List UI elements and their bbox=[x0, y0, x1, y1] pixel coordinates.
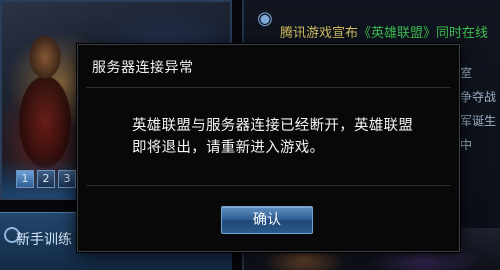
confirm-button[interactable]: 确认 bbox=[221, 206, 313, 234]
dialog-message: 英雄联盟与服务器连接已经断开，英雄联盟即将退出，请重新进入游戏。 bbox=[132, 118, 414, 156]
news-headline[interactable]: 腾讯游戏宣布《英雄联盟》同时在线 bbox=[280, 22, 500, 41]
dialog-divider bbox=[86, 185, 451, 186]
news-item[interactable]: 争夺战 bbox=[460, 86, 496, 110]
news-list: 室 争夺战 军诞生 中 bbox=[460, 62, 496, 158]
dialog-divider bbox=[86, 87, 451, 88]
dialog-title: 服务器连接异常 bbox=[92, 60, 194, 76]
connection-error-dialog: 服务器连接异常 英雄联盟与服务器连接已经断开，英雄联盟即将退出，请重新进入游戏。… bbox=[77, 44, 460, 252]
tutorial-label: 新手训练 bbox=[16, 232, 72, 248]
banner-pager: 1 2 3 bbox=[16, 170, 76, 188]
news-item[interactable]: 室 bbox=[460, 62, 496, 86]
pager-page-1[interactable]: 1 bbox=[16, 170, 34, 188]
news-item[interactable]: 军诞生 bbox=[460, 110, 496, 134]
pager-page-2[interactable]: 2 bbox=[37, 170, 55, 188]
pager-page-3[interactable]: 3 bbox=[58, 170, 76, 188]
globe-icon: ◉ bbox=[257, 8, 273, 29]
champion-artwork bbox=[10, 22, 80, 172]
news-item[interactable]: 中 bbox=[460, 134, 496, 158]
